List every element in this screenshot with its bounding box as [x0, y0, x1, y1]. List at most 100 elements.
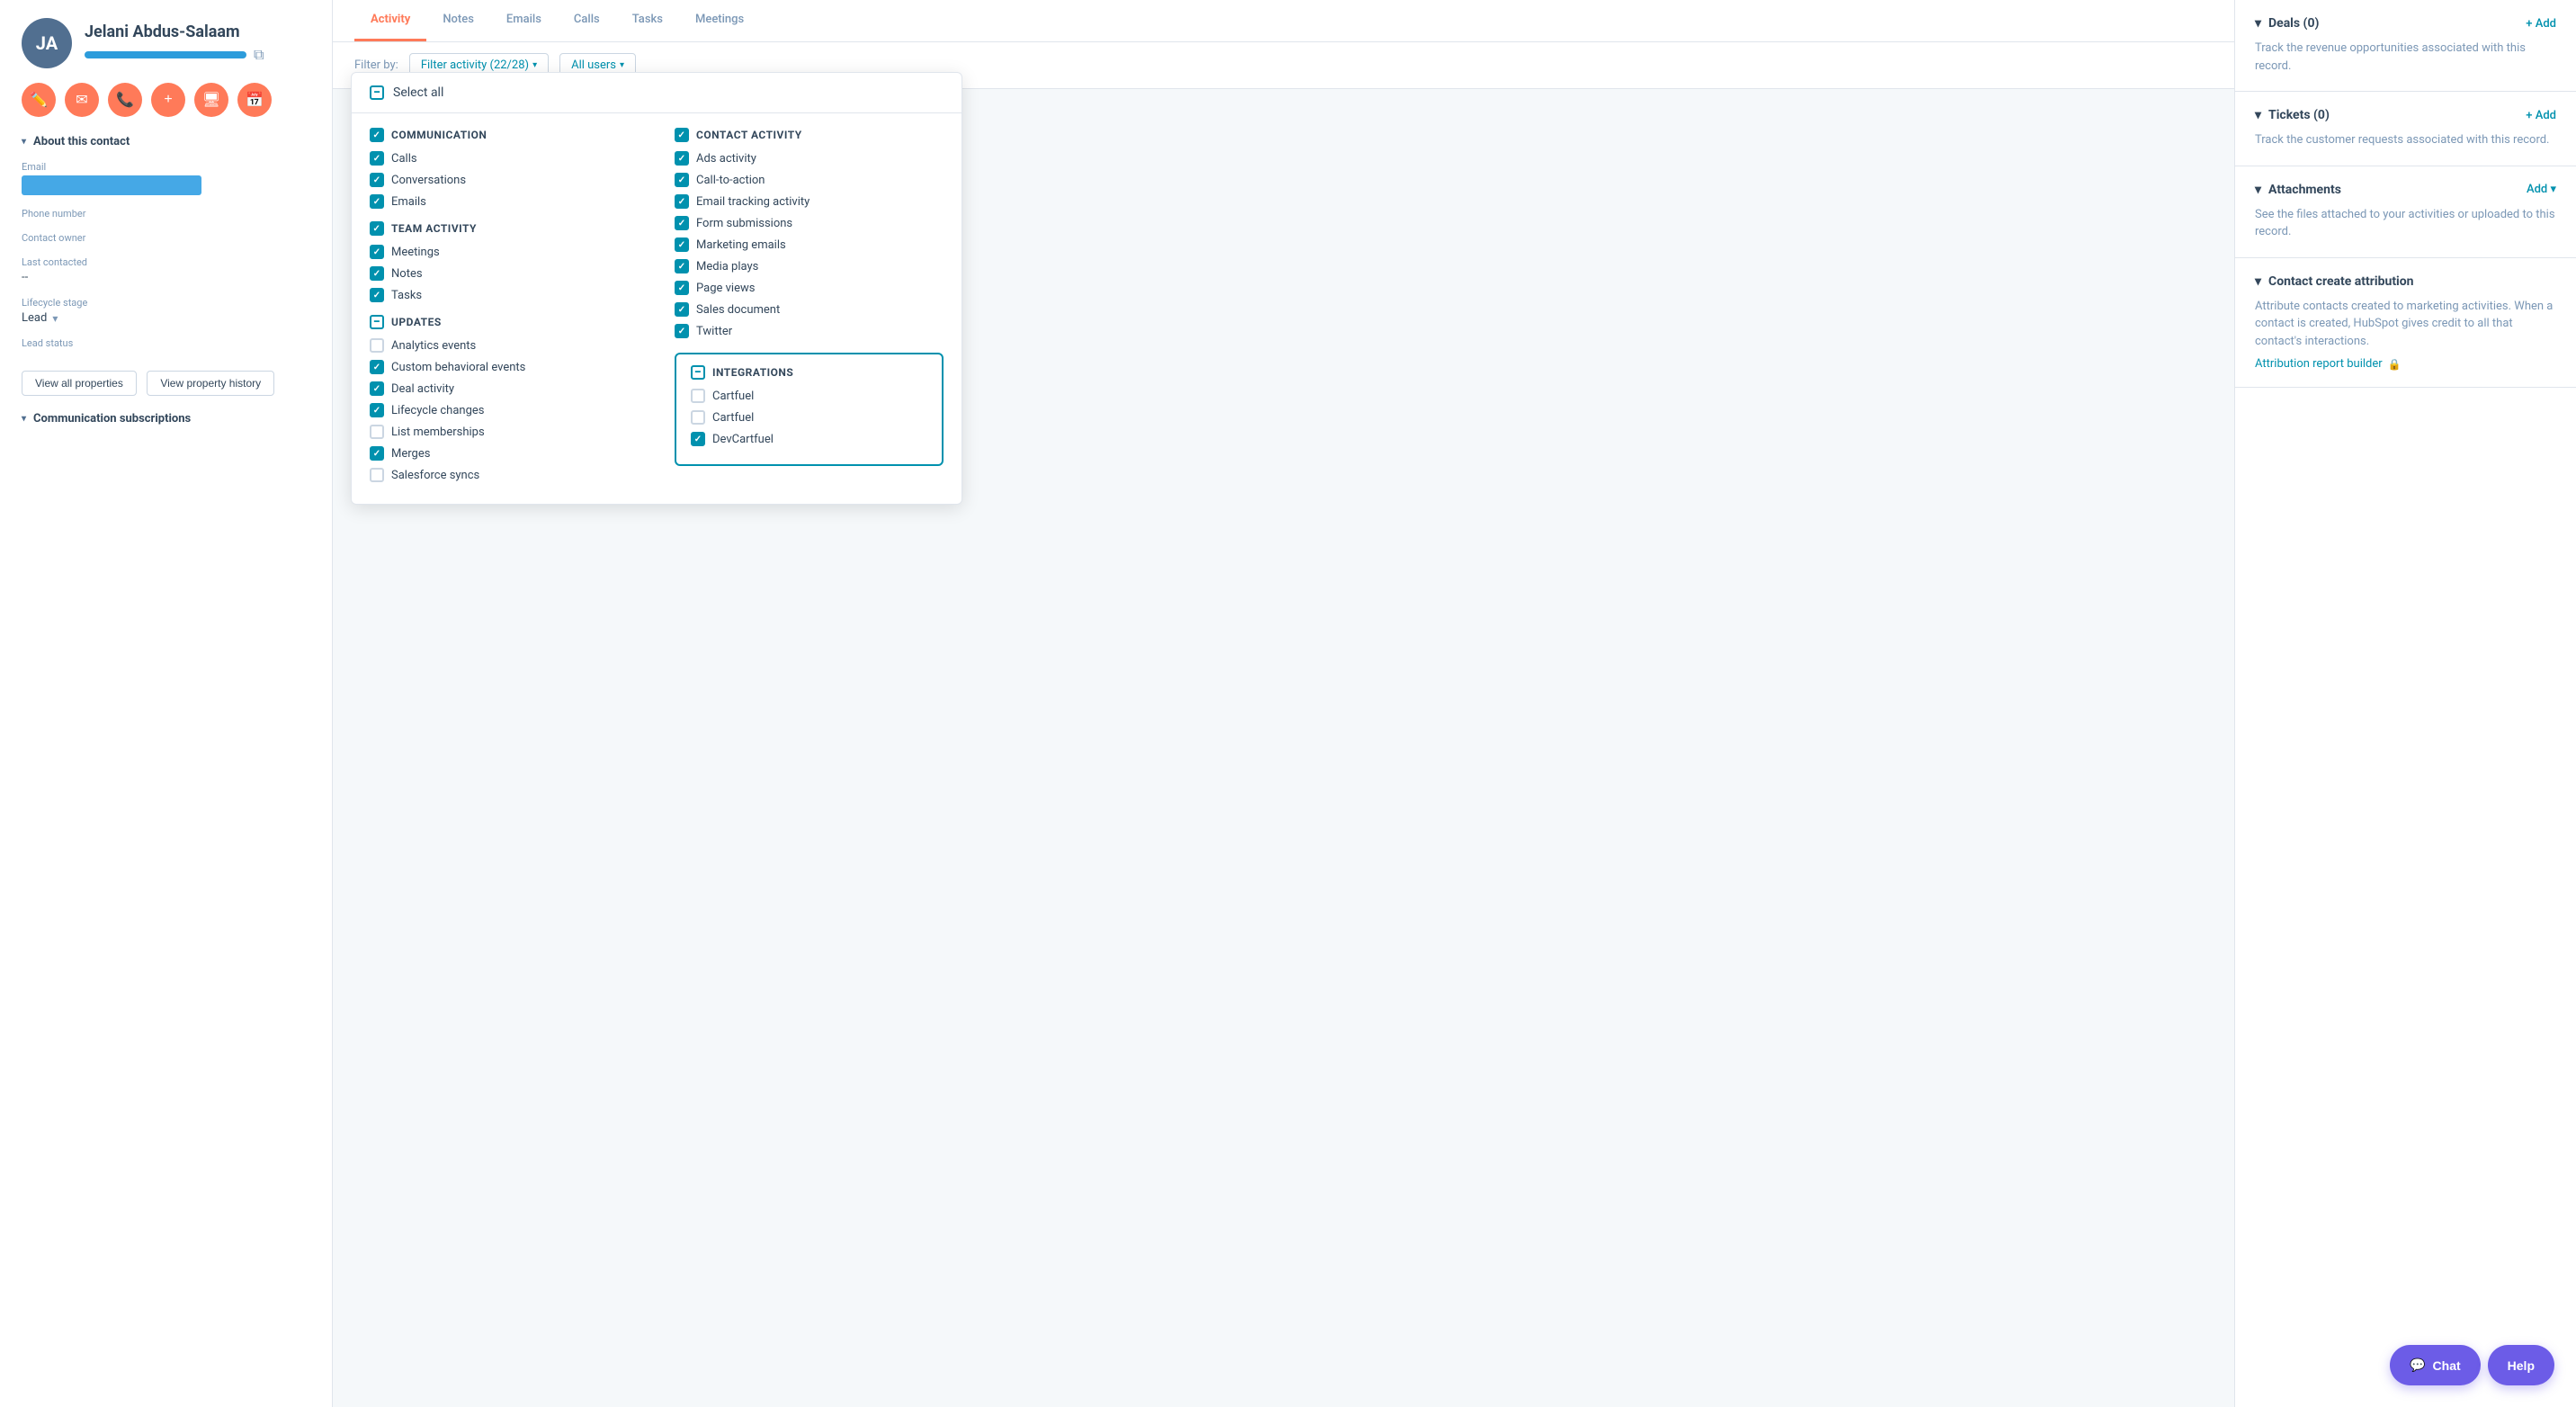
- contact-header: JA Jelani Abdus-Salaam ⧉: [22, 18, 310, 68]
- updates-section: UPDATES Analytics events Custom behavior…: [370, 315, 639, 482]
- progress-bar: [85, 51, 246, 58]
- tab-notes[interactable]: Notes: [426, 0, 490, 41]
- custom-behavioral-checkbox[interactable]: [370, 360, 384, 374]
- list-memberships-checkbox[interactable]: [370, 425, 384, 439]
- action-icons: ✏️ ✉ 📞 + 🖥 📅: [22, 83, 310, 117]
- tab-activity[interactable]: Activity: [354, 0, 426, 41]
- email-label: Email: [22, 161, 310, 173]
- tickets-title: ▾ Tickets (0): [2255, 108, 2330, 122]
- lifecycle-arrow-icon: ▾: [52, 312, 58, 325]
- form-submissions-checkbox[interactable]: [675, 216, 689, 230]
- attachments-section: ▾ Attachments Add ▾ See the files attach…: [2235, 166, 2576, 258]
- analytics-events-checkbox[interactable]: [370, 338, 384, 353]
- emails-checkbox[interactable]: [370, 194, 384, 209]
- item-media-plays: Media plays: [675, 259, 944, 273]
- cartfuel2-checkbox[interactable]: [691, 410, 705, 425]
- lifecycle-changes-checkbox[interactable]: [370, 403, 384, 417]
- tab-tasks[interactable]: Tasks: [616, 0, 679, 41]
- call-button[interactable]: 📞: [108, 83, 142, 117]
- item-ads-activity: Ads activity: [675, 151, 944, 166]
- dropdown-panel: Select all COMMUNICATION Calls: [351, 72, 962, 505]
- tab-emails[interactable]: Emails: [490, 0, 558, 41]
- item-calls: Calls: [370, 151, 639, 166]
- integrations-checkbox[interactable]: [691, 365, 705, 380]
- item-merges: Merges: [370, 446, 639, 461]
- view-property-history-button[interactable]: View property history: [147, 371, 274, 396]
- copy-icon[interactable]: ⧉: [254, 46, 264, 64]
- lifecycle-value: Lead: [22, 311, 47, 325]
- calls-checkbox[interactable]: [370, 151, 384, 166]
- item-salesforce-syncs: Salesforce syncs: [370, 468, 639, 482]
- filter-activity-arrow-icon: ▾: [532, 60, 537, 70]
- email-tracking-checkbox[interactable]: [675, 194, 689, 209]
- view-all-properties-button[interactable]: View all properties: [22, 371, 137, 396]
- filter-by-label: Filter by:: [354, 58, 398, 72]
- cta-checkbox[interactable]: [675, 173, 689, 187]
- conversations-checkbox[interactable]: [370, 173, 384, 187]
- property-buttons: View all properties View property histor…: [22, 362, 310, 396]
- tasks-checkbox[interactable]: [370, 288, 384, 302]
- bottom-chat-area: 💬 Chat Help: [2390, 1345, 2554, 1385]
- item-marketing-emails: Marketing emails: [675, 237, 944, 252]
- chat-label: Chat: [2433, 1358, 2461, 1373]
- help-button[interactable]: Help: [2488, 1345, 2554, 1385]
- item-notes: Notes: [370, 266, 639, 281]
- meetings-checkbox[interactable]: [370, 245, 384, 259]
- tickets-description: Track the customer requests associated w…: [2255, 131, 2556, 149]
- sales-document-checkbox[interactable]: [675, 302, 689, 317]
- salesforce-syncs-checkbox[interactable]: [370, 468, 384, 482]
- chat-button[interactable]: 💬 Chat: [2390, 1345, 2481, 1385]
- team-activity-checkbox[interactable]: [370, 221, 384, 236]
- dropdown-body: COMMUNICATION Calls Conversations Emails: [352, 113, 962, 504]
- deals-title: ▾ Deals (0): [2255, 16, 2319, 31]
- lifecycle-field-row: Lifecycle stage Lead ▾: [22, 297, 310, 325]
- tickets-label: Tickets (0): [2268, 108, 2330, 122]
- chevron-attribution-icon: ▾: [2255, 274, 2261, 289]
- contact-activity-section-title: CONTACT ACTIVITY: [675, 128, 944, 142]
- item-deal-activity: Deal activity: [370, 381, 639, 396]
- item-call-to-action: Call-to-action: [675, 173, 944, 187]
- tab-meetings[interactable]: Meetings: [679, 0, 760, 41]
- communication-checkbox[interactable]: [370, 128, 384, 142]
- select-all-checkbox[interactable]: [370, 85, 384, 100]
- deals-add-button[interactable]: + Add: [2526, 17, 2556, 31]
- deal-activity-checkbox[interactable]: [370, 381, 384, 396]
- item-twitter: Twitter: [675, 324, 944, 338]
- comm-subscriptions-header[interactable]: ▾ Communication subscriptions: [22, 412, 310, 426]
- email-button[interactable]: ✉: [65, 83, 99, 117]
- tickets-add-button[interactable]: + Add: [2526, 109, 2556, 122]
- notes-checkbox[interactable]: [370, 266, 384, 281]
- attribution-section: ▾ Contact create attribution Attribute c…: [2235, 258, 2576, 389]
- about-section-header[interactable]: ▾ About this contact: [22, 135, 310, 148]
- lock-icon: 🔒: [2388, 358, 2402, 371]
- devcartfuel-checkbox[interactable]: [691, 432, 705, 446]
- attachments-add-button[interactable]: Add ▾: [2527, 183, 2556, 196]
- calendar-button[interactable]: 📅: [237, 83, 272, 117]
- add-button[interactable]: +: [151, 83, 185, 117]
- ads-activity-checkbox[interactable]: [675, 151, 689, 166]
- updates-checkbox[interactable]: [370, 315, 384, 329]
- item-page-views: Page views: [675, 281, 944, 295]
- integrations-section: INTEGRATIONS Cartfuel Cartfuel DevC: [675, 353, 944, 466]
- phone-label: Phone number: [22, 208, 310, 220]
- select-all-row: Select all: [352, 73, 962, 113]
- edit-button[interactable]: ✏️: [22, 83, 56, 117]
- tab-calls[interactable]: Calls: [558, 0, 616, 41]
- contact-activity-checkbox[interactable]: [675, 128, 689, 142]
- all-users-arrow-icon: ▾: [620, 60, 624, 70]
- owner-field-row: Contact owner: [22, 232, 310, 244]
- screen-button[interactable]: 🖥: [194, 83, 228, 117]
- tickets-section-header: ▾ Tickets (0) + Add: [2255, 108, 2556, 122]
- item-tasks: Tasks: [370, 288, 639, 302]
- page-views-checkbox[interactable]: [675, 281, 689, 295]
- media-plays-checkbox[interactable]: [675, 259, 689, 273]
- last-contacted-value: --: [22, 271, 310, 284]
- marketing-emails-checkbox[interactable]: [675, 237, 689, 252]
- chevron-deals-icon: ▾: [2255, 16, 2261, 31]
- chevron-tickets-icon: ▾: [2255, 108, 2261, 122]
- minus-icon: [373, 85, 380, 100]
- attribution-report-link[interactable]: Attribution report builder 🔒: [2255, 357, 2556, 371]
- cartfuel1-checkbox[interactable]: [691, 389, 705, 403]
- merges-checkbox[interactable]: [370, 446, 384, 461]
- twitter-checkbox[interactable]: [675, 324, 689, 338]
